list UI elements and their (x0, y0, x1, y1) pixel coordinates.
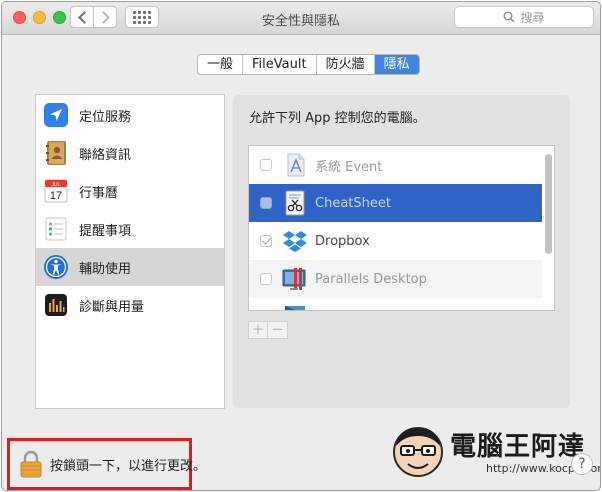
app-row-partial[interactable] (249, 298, 542, 310)
sidebar-item-accessibility[interactable]: 輔助使用 (36, 248, 224, 286)
app-label: CheatSheet (315, 195, 391, 211)
privacy-category-list: 定位服務 聯絡資訊 JUL 17 行事曆 提醒事項 輔助使用 診斷與用量 (35, 94, 225, 409)
search-placeholder: 搜尋 (520, 10, 545, 25)
calendar-month-text: JUL (52, 182, 61, 188)
sidebar-item-calendar[interactable]: JUL 17 行事曆 (36, 172, 224, 210)
diagnostics-icon (45, 294, 67, 316)
app-row-cheatsheet[interactable]: CheatSheet (249, 184, 542, 222)
sidebar-item-label: 定位服務 (79, 109, 132, 125)
sidebar-item-label: 聯絡資訊 (79, 147, 132, 163)
tab-bar: 一般 FileVault 防火牆 隱私 (197, 54, 420, 75)
reminders-icon (45, 217, 67, 241)
sidebar-item-label: 診斷與用量 (79, 299, 145, 315)
tab-firewall[interactable]: 防火牆 (317, 55, 375, 74)
parallels-icon (282, 268, 306, 290)
app-checkbox[interactable] (260, 235, 272, 247)
contacts-book-icon (46, 141, 66, 165)
app-row-parallels[interactable]: Parallels Desktop (249, 260, 542, 298)
app-label: Dropbox (315, 233, 370, 249)
lock-instruction: 按鎖頭一下，以進行更改。 (50, 458, 207, 474)
app-row-system-events[interactable]: 系統 Event (249, 146, 542, 184)
app-list-scrollbar[interactable] (545, 154, 552, 254)
sidebar-item-contacts[interactable]: 聯絡資訊 (36, 134, 224, 172)
mascot-logo (393, 427, 443, 477)
app-checkbox[interactable] (260, 197, 272, 209)
sidebar-item-reminders[interactable]: 提醒事項 (36, 210, 224, 248)
app-checkbox[interactable] (260, 159, 272, 171)
app-icon (285, 306, 305, 310)
lock-icon[interactable] (20, 450, 42, 478)
sidebar-item-label: 輔助使用 (79, 261, 132, 277)
accessibility-panel: 允許下列 App 控制您的電腦。 系統 Event CheatSheet Dro… (233, 95, 570, 408)
sidebar-item-label: 提醒事項 (79, 223, 132, 239)
add-remove-controls: + − (248, 321, 288, 339)
watermark: 電腦王阿達 http://www.kocpc.com.tw (388, 422, 600, 486)
system-events-icon (287, 153, 305, 177)
calendar-day-text: 17 (50, 190, 62, 202)
tab-privacy[interactable]: 隱私 (374, 55, 419, 74)
sidebar-item-diagnostics[interactable]: 診斷與用量 (36, 286, 224, 324)
panel-prompt: 允許下列 App 控制您的電腦。 (249, 111, 426, 126)
accessibility-icon (44, 255, 68, 279)
search-field[interactable]: 搜尋 (454, 6, 594, 28)
app-checkbox[interactable] (260, 273, 272, 285)
search-icon (503, 11, 516, 23)
app-label: 系統 Event (315, 159, 383, 175)
location-arrow-icon (44, 103, 68, 127)
app-list: 系統 Event CheatSheet Dropbox Parallels De… (248, 145, 555, 311)
cheatsheet-icon (285, 190, 305, 216)
tab-general[interactable]: 一般 (198, 55, 244, 74)
sidebar-item-label: 行事曆 (79, 185, 119, 201)
remove-app-button[interactable]: − (268, 321, 288, 339)
dropbox-icon (283, 231, 307, 252)
sidebar-item-location[interactable]: 定位服務 (36, 96, 224, 134)
help-button[interactable]: ? (571, 453, 593, 475)
app-row-dropbox[interactable]: Dropbox (249, 222, 542, 260)
calendar-icon: JUL 17 (44, 179, 68, 203)
title-bar: 安全性與隱私 搜尋 (2, 2, 600, 35)
add-app-button[interactable]: + (248, 321, 268, 339)
tab-filevault[interactable]: FileVault (243, 55, 317, 74)
lock-row[interactable]: 按鎖頭一下，以進行更改。 (7, 438, 206, 490)
preferences-window: 安全性與隱私 搜尋 一般 FileVault 防火牆 隱私 定位服務 聯絡資訊 … (1, 1, 601, 491)
app-label: Parallels Desktop (315, 271, 427, 287)
watermark-title: 電腦王阿達 (450, 432, 586, 462)
